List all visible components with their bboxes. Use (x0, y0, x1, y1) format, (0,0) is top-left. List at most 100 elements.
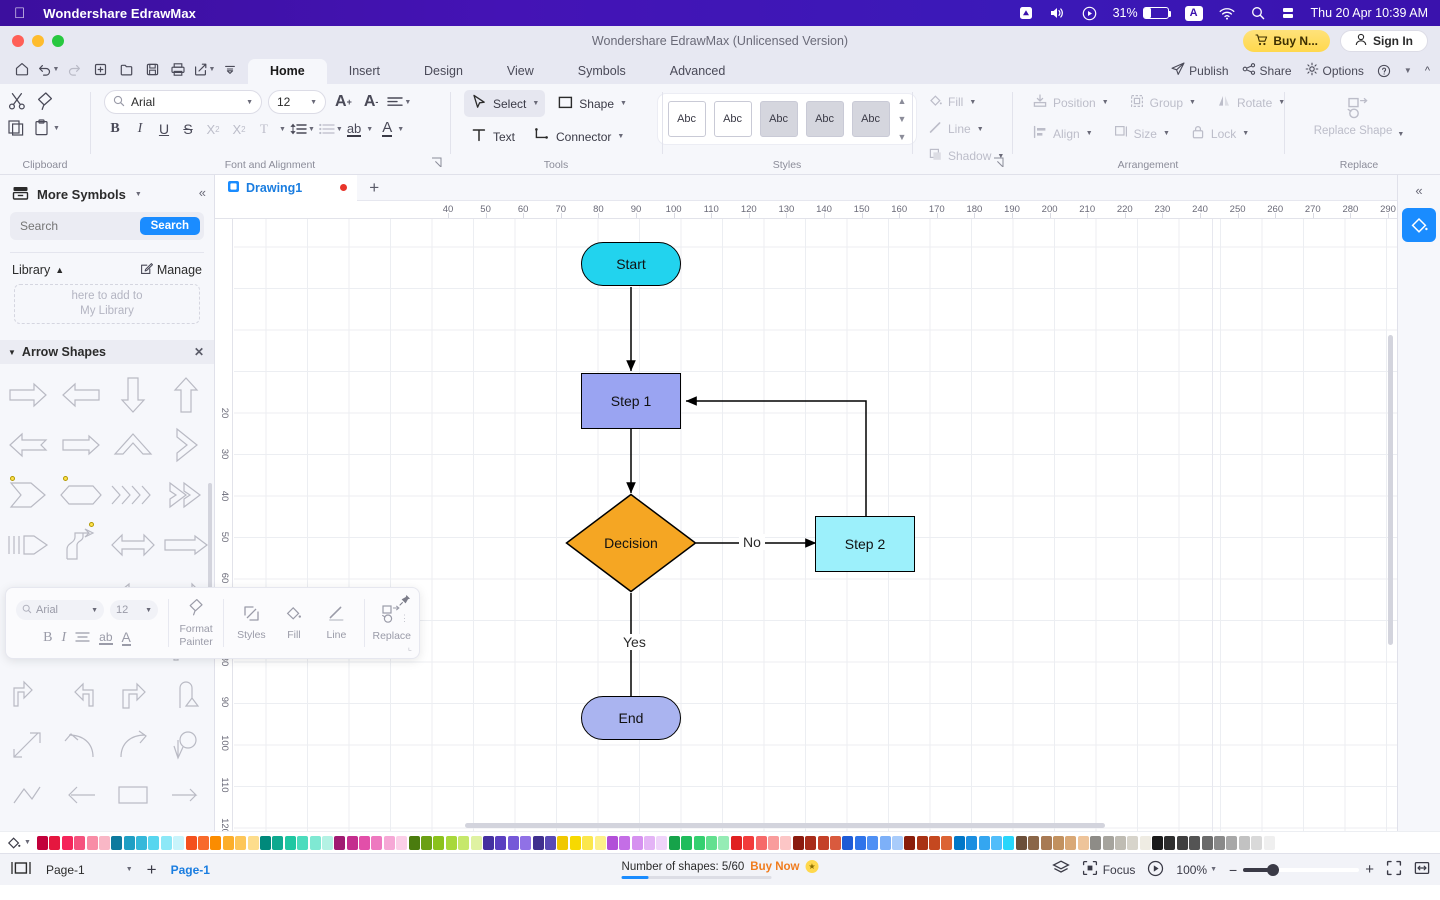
palette-swatch[interactable] (1102, 835, 1114, 850)
chevron-down-icon[interactable]: ▼ (1397, 131, 1404, 138)
apple-icon[interactable]:  (14, 6, 25, 21)
styles-scroll-down-icon[interactable]: ▼ (898, 114, 907, 124)
shape-chevron-multi[interactable] (107, 470, 160, 520)
chevron-down-icon[interactable]: ▼ (620, 100, 627, 107)
chevron-down-icon[interactable]: ▼ (397, 126, 404, 133)
paragraph-align-icon[interactable]: ▼ (387, 95, 411, 109)
palette-swatch[interactable] (743, 835, 755, 850)
shape-arrow-wide-left[interactable] (55, 770, 108, 820)
display-icon[interactable] (1281, 6, 1295, 20)
chevron-down-icon[interactable]: ▼ (246, 99, 253, 106)
shape-chevron-right[interactable] (160, 420, 213, 470)
shape-arrow-up-outline[interactable] (160, 370, 213, 420)
chevron-up-icon[interactable]: ▲ (55, 265, 64, 275)
palette-swatch[interactable] (916, 835, 928, 850)
wifi-icon[interactable] (1219, 7, 1235, 20)
shape-double-chevron-right[interactable] (160, 470, 213, 520)
float-font-color-icon[interactable]: A (121, 630, 131, 646)
palette-swatches[interactable] (36, 835, 1287, 850)
close-button[interactable] (12, 35, 24, 47)
palette-swatch[interactable] (309, 835, 321, 850)
library-dropzone[interactable]: here to add to My Library (14, 284, 200, 324)
palette-swatch[interactable] (842, 835, 854, 850)
palette-swatch[interactable] (1139, 835, 1151, 850)
canvas-grid[interactable]: Start Step 1 Decision Step 2 End No Yes (234, 219, 1397, 831)
volume-icon[interactable] (1049, 6, 1066, 20)
buy-now-button[interactable]: Buy N... (1243, 30, 1330, 52)
collapse-right-panel-icon[interactable]: « (1415, 183, 1422, 198)
more-symbols-header[interactable]: More Symbols ▼ (0, 175, 214, 212)
chevron-down-icon[interactable]: ▼ (1163, 130, 1170, 137)
shape-arrow-curve-left[interactable] (55, 720, 108, 770)
palette-swatch[interactable] (49, 835, 61, 850)
flow-node-step1[interactable]: Step 1 (581, 373, 681, 429)
tab-design[interactable]: Design (402, 59, 485, 84)
open-icon[interactable] (114, 58, 138, 80)
palette-swatch[interactable] (1040, 835, 1052, 850)
chevron-down-icon[interactable]: ▼ (24, 839, 31, 846)
palette-swatch[interactable] (445, 835, 457, 850)
palette-swatch[interactable] (272, 835, 284, 850)
chevron-down-icon[interactable]: ▼ (617, 133, 624, 140)
palette-swatch[interactable] (1189, 835, 1201, 850)
palette-swatch[interactable] (495, 835, 507, 850)
shape-hexagon[interactable] (55, 470, 108, 520)
shape-striped-arrow[interactable] (2, 520, 55, 570)
page-selector[interactable]: Page-1 ▼ (46, 863, 133, 877)
chevron-down-icon[interactable]: ▼ (1210, 866, 1217, 873)
palette-swatch[interactable] (780, 835, 792, 850)
shape-arrow-box[interactable] (107, 770, 160, 820)
size-button[interactable]: Size ▼ (1107, 121, 1176, 146)
palette-swatch[interactable] (520, 835, 532, 850)
float-highlight-icon[interactable]: ab (99, 631, 113, 645)
palette-swatch[interactable] (433, 835, 445, 850)
chevron-down-icon[interactable]: ▼ (145, 607, 152, 614)
palette-swatch[interactable] (1114, 835, 1126, 850)
tab-advanced[interactable]: Advanced (648, 59, 748, 84)
bold-icon[interactable]: B (104, 121, 126, 137)
font-color-icon[interactable]: A (382, 120, 393, 137)
palette-swatch[interactable] (1251, 835, 1263, 850)
shape-arrow-right-thin[interactable] (55, 420, 108, 470)
fit-page-icon[interactable] (1386, 860, 1402, 879)
palette-swatch[interactable] (346, 835, 358, 850)
collapse-ribbon-icon[interactable]: ^ (1425, 65, 1430, 77)
font-dialog-launcher[interactable] (431, 157, 442, 171)
float-toolbar-handle[interactable]: ⋮ (400, 614, 409, 623)
chevron-down-icon[interactable]: ▼ (126, 866, 133, 873)
help-icon[interactable] (1377, 64, 1391, 78)
shape-arrow-misc[interactable] (160, 770, 213, 820)
status-buy-now-link[interactable]: Buy Now (750, 861, 799, 873)
print-icon[interactable] (166, 58, 190, 80)
palette-swatch[interactable] (1214, 835, 1226, 850)
palette-swatch[interactable] (619, 835, 631, 850)
palette-swatch[interactable] (582, 835, 594, 850)
palette-swatch[interactable] (668, 835, 680, 850)
collapse-sidebar-icon[interactable]: « (199, 185, 206, 200)
palette-swatch[interactable] (61, 835, 73, 850)
palette-swatch[interactable] (259, 835, 271, 850)
float-align-icon[interactable] (75, 631, 90, 646)
shape-arrow-left-notched[interactable] (2, 420, 55, 470)
input-source-icon[interactable]: A (1184, 5, 1203, 21)
palette-swatch[interactable] (371, 835, 383, 850)
palette-swatch[interactable] (98, 835, 110, 850)
copy-icon[interactable] (6, 118, 26, 138)
palette-swatch[interactable] (421, 835, 433, 850)
flow-node-start[interactable]: Start (581, 242, 681, 286)
zoom-slider[interactable]: − + (1229, 861, 1374, 878)
palette-swatch[interactable] (805, 835, 817, 850)
palette-swatch[interactable] (594, 835, 606, 850)
float-bold-icon[interactable]: B (43, 630, 52, 646)
palette-swatch[interactable] (755, 835, 767, 850)
palette-swatch[interactable] (767, 835, 779, 850)
shape-arrow-zigzag[interactable] (2, 770, 55, 820)
rotate-button[interactable]: Rotate ▼ (1210, 90, 1291, 115)
control-center-icon[interactable] (1082, 6, 1097, 21)
page-view-icon[interactable] (10, 860, 32, 879)
zoom-slider-knob[interactable] (1267, 863, 1280, 876)
palette-swatch[interactable] (867, 835, 879, 850)
palette-swatch[interactable] (792, 835, 804, 850)
palette-swatch[interactable] (1052, 835, 1064, 850)
palette-swatch[interactable] (36, 835, 48, 850)
